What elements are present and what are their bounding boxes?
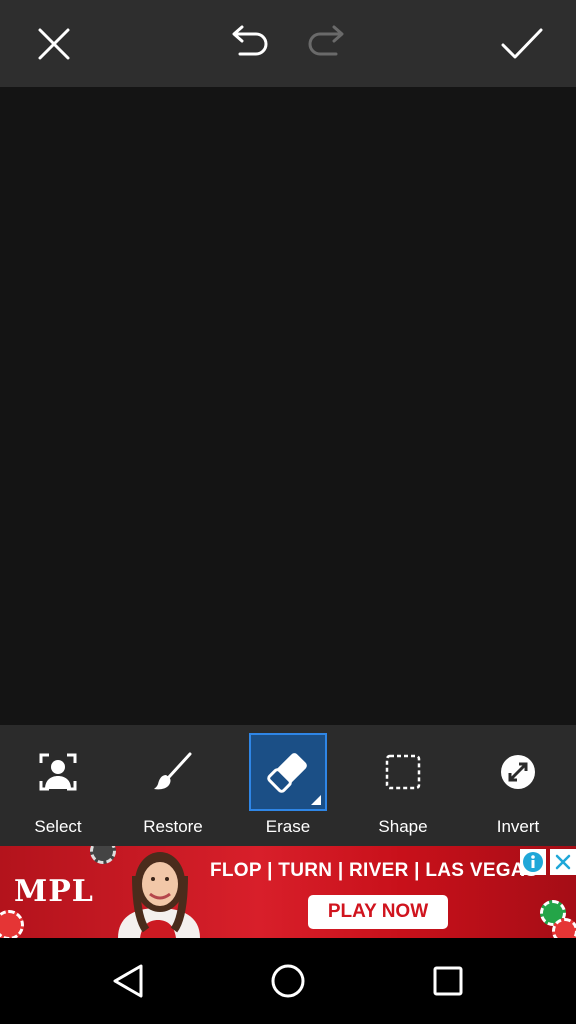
ad-play-now-button[interactable]: PLAY NOW <box>308 895 448 929</box>
info-icon <box>523 852 543 872</box>
eraser-icon <box>267 753 321 805</box>
brush-icon <box>154 752 192 790</box>
tool-restore-label: Restore <box>143 817 203 836</box>
tool-shape-label: Shape <box>378 817 428 836</box>
tool-restore[interactable]: Restore <box>115 725 231 846</box>
ad-close-button[interactable] <box>550 849 576 875</box>
tool-invert-icon-box <box>479 733 557 811</box>
redo-button[interactable] <box>302 18 354 70</box>
undo-icon <box>232 25 268 56</box>
close-button[interactable] <box>28 18 80 70</box>
tool-invert[interactable]: Invert <box>460 725 576 846</box>
back-triangle-icon <box>113 964 143 998</box>
ad-banner[interactable]: MPL FLOP | TURN | RIVER | LAS VEGAS PLAY… <box>0 846 576 938</box>
nav-home-button[interactable] <box>263 956 313 1006</box>
tool-restore-icon-box <box>134 733 212 811</box>
nav-back-button[interactable] <box>103 956 153 1006</box>
close-icon <box>38 28 70 60</box>
tool-select-icon-box <box>19 733 97 811</box>
photo-editor-screen: Select Restore Erase Shape Invert MPL FL… <box>0 0 576 1024</box>
tool-select[interactable]: Select <box>0 725 116 846</box>
ad-brand-logo: MPL <box>14 874 94 909</box>
redo-icon <box>308 25 344 56</box>
recents-square-icon <box>433 966 463 996</box>
cutout-tools-bar: Select Restore Erase Shape Invert <box>0 725 576 846</box>
poker-chip-decoration <box>552 918 576 938</box>
nav-recents-button[interactable] <box>423 956 473 1006</box>
ad-person-image <box>118 852 200 938</box>
tool-invert-label: Invert <box>496 817 540 836</box>
home-circle-icon <box>271 964 305 998</box>
dashed-rectangle-icon <box>385 754 421 790</box>
apply-button[interactable] <box>496 18 548 70</box>
editing-canvas[interactable] <box>0 87 576 725</box>
tool-shape-icon-box <box>364 733 442 811</box>
tool-select-label: Select <box>34 817 82 836</box>
system-navigation-bar <box>0 938 576 1024</box>
undo-button[interactable] <box>222 18 274 70</box>
person-select-icon <box>39 753 77 791</box>
close-icon <box>555 854 571 870</box>
top-toolbar <box>0 0 576 87</box>
tool-shape[interactable]: Shape <box>345 725 461 846</box>
ad-headline: FLOP | TURN | RIVER | LAS VEGAS <box>210 860 538 881</box>
poker-chip-decoration <box>0 910 24 938</box>
tool-erase-label: Erase <box>265 817 311 836</box>
ad-info-button[interactable] <box>520 849 546 875</box>
tool-erase-icon-box <box>249 733 327 811</box>
invert-icon <box>501 755 535 789</box>
check-icon <box>501 28 543 59</box>
tool-erase[interactable]: Erase <box>230 725 346 846</box>
